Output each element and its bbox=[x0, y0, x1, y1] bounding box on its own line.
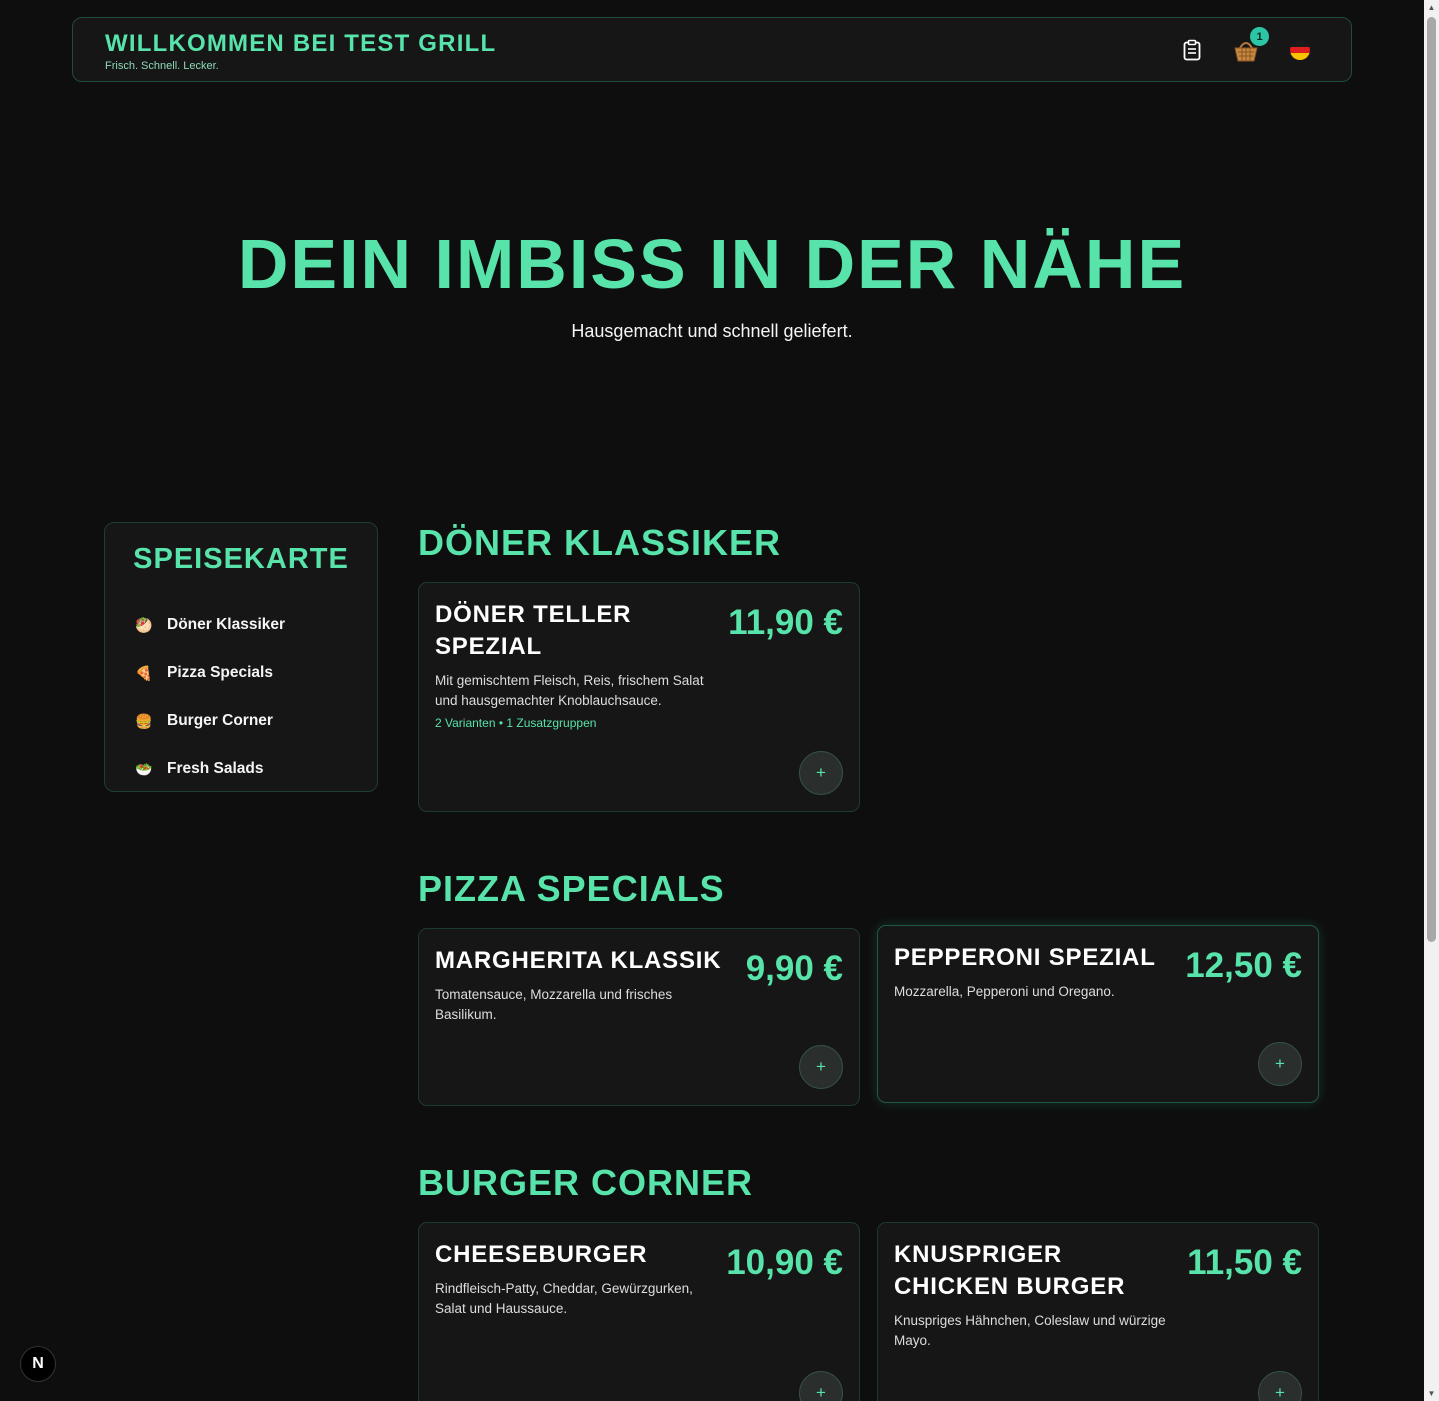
doener-icon: 🥙 bbox=[135, 616, 153, 633]
sidebar-item-pizza[interactable]: 🍕 Pizza Specials bbox=[135, 649, 285, 697]
item-meta: 2 Varianten • 1 Zusatzgruppen bbox=[435, 716, 597, 730]
sidebar-item-salads[interactable]: 🥗 Fresh Salads bbox=[135, 745, 285, 793]
pizza-icon: 🍕 bbox=[135, 664, 153, 681]
sidebar-item-label: Döner Klassiker bbox=[167, 616, 286, 633]
menu-sidebar: SPEISEKARTE 🥙 Döner Klassiker 🍕 Pizza Sp… bbox=[104, 522, 378, 792]
item-description: Mit gemischtem Fleisch, Reis, frischem S… bbox=[435, 673, 704, 708]
cart-button[interactable]: 1 bbox=[1233, 27, 1269, 64]
sidebar-item-label: Pizza Specials bbox=[167, 664, 273, 681]
hero-title: DEIN IMBISS IN DER NÄHE bbox=[237, 225, 1187, 303]
header-actions: 1 bbox=[1179, 27, 1313, 64]
sidebar-item-burger[interactable]: 🍔 Burger Corner bbox=[135, 697, 285, 745]
sidebar-title: SPEISEKARTE bbox=[133, 543, 349, 575]
item-name: DÖNER TELLER SPEZIAL bbox=[435, 601, 632, 660]
language-button[interactable] bbox=[1287, 36, 1313, 64]
sidebar-item-label: Fresh Salads bbox=[167, 760, 264, 777]
top-header: WILLKOMMEN BEI TEST GRILL Frisch. Schnel… bbox=[72, 17, 1352, 82]
add-to-cart-button[interactable]: + bbox=[799, 751, 843, 795]
item-description: Mozzarella, Pepperoni und Oregano. bbox=[894, 984, 1115, 999]
add-to-cart-button[interactable]: + bbox=[799, 1045, 843, 1089]
item-price: 12,50 € bbox=[1185, 946, 1302, 985]
section-title-burger: BURGER CORNER bbox=[418, 1162, 754, 1203]
brand-title[interactable]: WILLKOMMEN BEI TEST GRILL bbox=[105, 30, 496, 58]
salad-icon: 🥗 bbox=[135, 760, 153, 777]
item-description: Tomatensauce, Mozzarella und frisches Ba… bbox=[435, 987, 673, 1022]
german-flag-icon bbox=[1290, 40, 1310, 60]
item-price: 10,90 € bbox=[726, 1243, 843, 1282]
menu-item-card[interactable]: PEPPERONI SPEZIAL 12,50 € Mozzarella, Pe… bbox=[877, 925, 1319, 1103]
section-title-doener: DÖNER KLASSIKER bbox=[418, 522, 782, 563]
vertical-scrollbar[interactable]: ▲ ▼ bbox=[1424, 0, 1439, 1401]
item-name: PEPPERONI SPEZIAL bbox=[894, 944, 1156, 971]
menu-item-card[interactable]: CHEESEBURGER 10,90 € Rindfleisch-Patty, … bbox=[418, 1222, 860, 1401]
hero-subtitle: Hausgemacht und schnell geliefert. bbox=[571, 321, 853, 341]
sidebar-list: 🥙 Döner Klassiker 🍕 Pizza Specials 🍔 Bur… bbox=[135, 601, 285, 793]
add-to-cart-button[interactable]: + bbox=[1258, 1371, 1302, 1401]
clipboard-icon bbox=[1183, 39, 1201, 61]
page: WILLKOMMEN BEI TEST GRILL Frisch. Schnel… bbox=[0, 0, 1424, 1401]
item-name: CHEESEBURGER bbox=[435, 1241, 648, 1268]
scrollbar-thumb[interactable] bbox=[1427, 17, 1436, 942]
item-price: 9,90 € bbox=[745, 949, 843, 988]
item-name: KNUSPRIGER CHICKEN BURGER bbox=[894, 1241, 1126, 1300]
item-description: Rindfleisch-Patty, Cheddar, Gewürzgurken… bbox=[435, 1281, 693, 1316]
item-description: Knuspriges Hähnchen, Coleslaw und würzig… bbox=[894, 1313, 1166, 1348]
menu-item-card[interactable]: MARGHERITA KLASSIK 9,90 € Tomatensauce, … bbox=[418, 928, 860, 1106]
scroll-down-arrow-icon[interactable]: ▼ bbox=[1424, 1386, 1439, 1401]
item-price: 11,50 € bbox=[1187, 1243, 1302, 1282]
item-name: MARGHERITA KLASSIK bbox=[435, 947, 722, 974]
item-price: 11,90 € bbox=[728, 603, 843, 642]
next-dev-badge[interactable]: N bbox=[20, 1346, 56, 1382]
add-to-cart-button[interactable]: + bbox=[799, 1371, 843, 1401]
scroll-up-arrow-icon[interactable]: ▲ bbox=[1424, 0, 1439, 15]
cart-count-badge: 1 bbox=[1250, 27, 1269, 46]
burger-icon: 🍔 bbox=[135, 712, 153, 729]
sidebar-item-doener[interactable]: 🥙 Döner Klassiker bbox=[135, 601, 285, 649]
add-to-cart-button[interactable]: + bbox=[1258, 1042, 1302, 1086]
brand-tagline: Frisch. Schnell. Lecker. bbox=[105, 60, 219, 72]
section-title-pizza: PIZZA SPECIALS bbox=[418, 868, 725, 909]
sidebar-item-label: Burger Corner bbox=[167, 712, 273, 729]
menu-item-card[interactable]: KNUSPRIGER CHICKEN BURGER 11,50 € Knuspr… bbox=[877, 1222, 1319, 1401]
menu-item-card[interactable]: DÖNER TELLER SPEZIAL 11,90 € Mit gemisch… bbox=[418, 582, 860, 812]
orders-button[interactable] bbox=[1179, 36, 1205, 64]
